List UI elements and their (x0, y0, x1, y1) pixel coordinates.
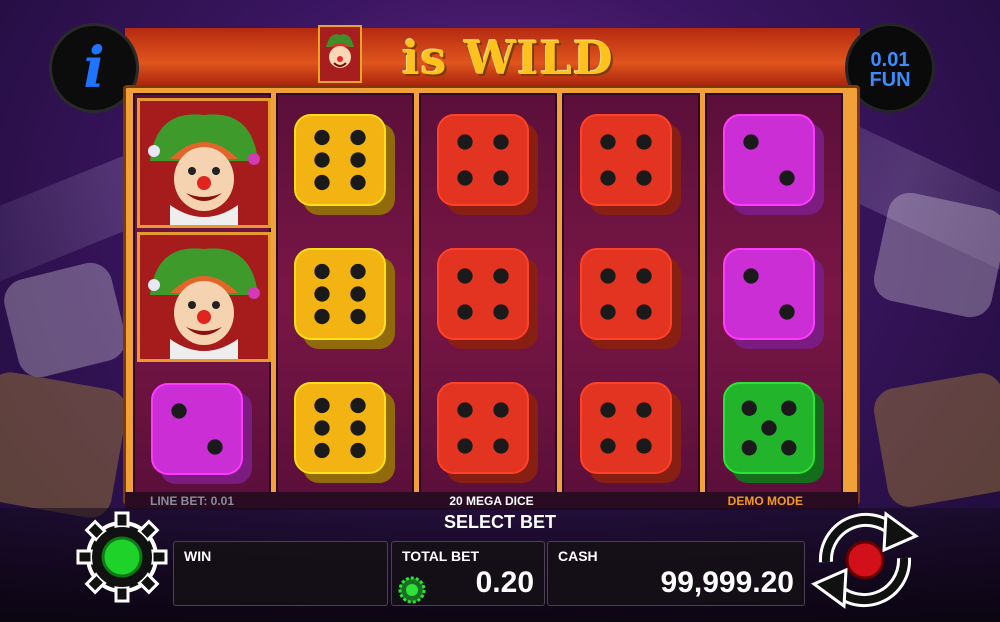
dice-red-4 (421, 232, 555, 366)
background-dice (870, 369, 1000, 511)
dice-magenta-2 (135, 367, 269, 501)
cash-box: CASH 99,999.20 (547, 541, 805, 606)
reel-2 (276, 93, 414, 495)
dice-magenta-2 (707, 98, 841, 232)
dice-yellow-6 (278, 232, 412, 366)
dice-red-4 (564, 366, 698, 500)
total-bet-value: 0.20 (475, 566, 534, 599)
info-icon: i (83, 35, 105, 101)
total-bet-label: TOTAL BET (402, 548, 479, 564)
reel-1 (133, 93, 271, 495)
settings-button[interactable] (74, 509, 170, 605)
dice-yellow-6 (278, 98, 412, 232)
dice-red-4 (421, 366, 555, 500)
denomination-value: 0.01 (870, 49, 910, 71)
win-label: WIN (184, 548, 212, 564)
joker-symbol (137, 232, 271, 362)
spin-arrows-icon (811, 511, 919, 609)
cash-value: 99,999.20 (660, 566, 794, 599)
background-dice (0, 258, 131, 382)
dice-red-4 (421, 98, 555, 232)
reel-frame (123, 85, 860, 505)
coin-stack-icon[interactable] (396, 574, 428, 606)
joker-wild-symbol (318, 25, 362, 83)
joker-symbol (137, 98, 271, 228)
cash-label: CASH (558, 548, 598, 564)
reel-4 (562, 93, 700, 495)
dice-magenta-2 (707, 232, 841, 366)
spin-button[interactable] (808, 506, 922, 614)
reel-5 (705, 93, 843, 495)
background-dice (0, 368, 131, 522)
background-dice (869, 188, 1000, 322)
denomination-badge[interactable]: 0.01 FUN (848, 26, 932, 110)
win-box: WIN (173, 541, 388, 606)
dice-yellow-6 (278, 366, 412, 500)
currency-label: FUN (869, 69, 911, 91)
dice-green-5 (707, 366, 841, 500)
reel-3 (419, 93, 557, 495)
dice-red-4 (564, 232, 698, 366)
gear-icon (76, 511, 168, 603)
dice-red-4 (564, 98, 698, 232)
wild-title: is WILD (402, 31, 614, 85)
